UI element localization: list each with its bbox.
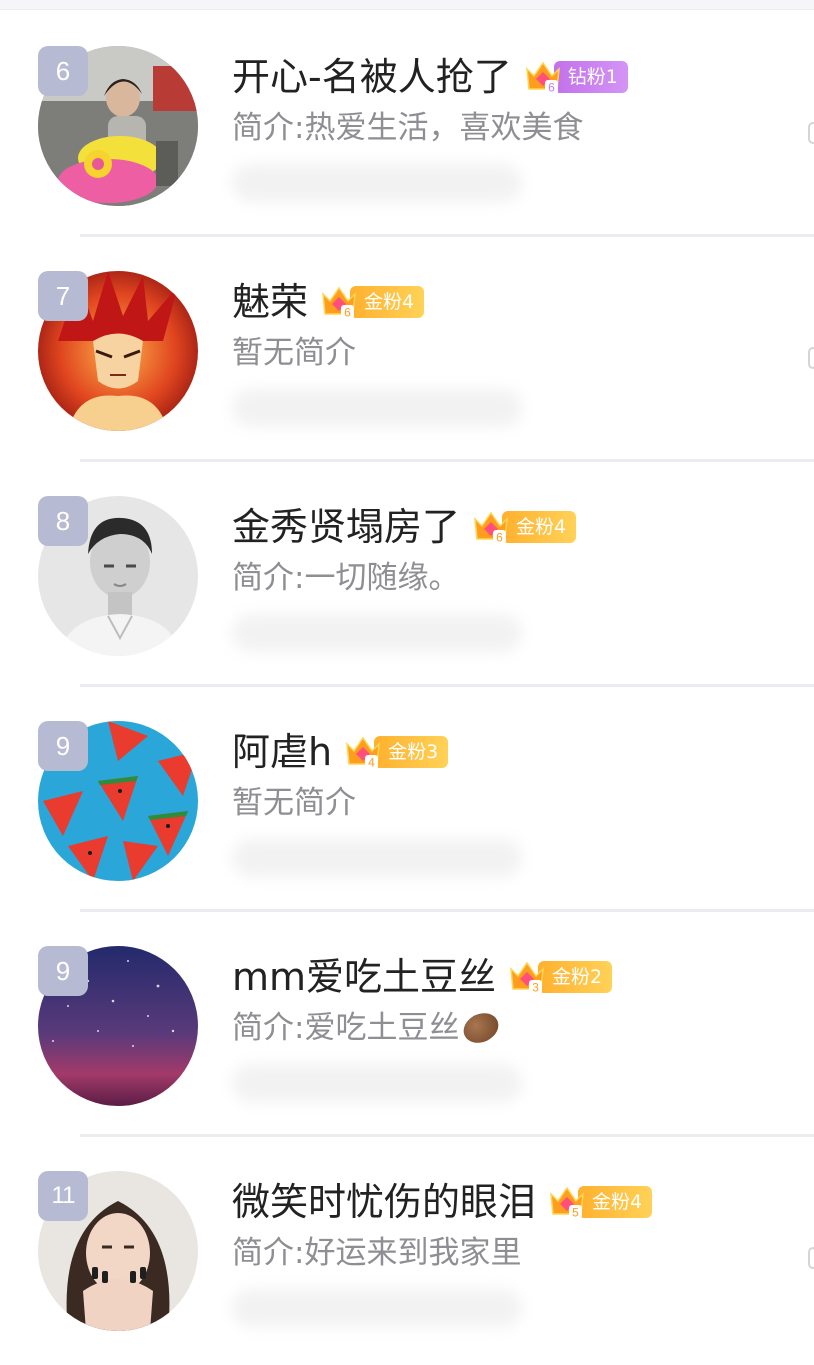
user-intro: 暂无简介 — [232, 785, 356, 821]
user-intro: 简介:热爱生活，喜欢美食 — [232, 110, 584, 146]
rank-badge: 9 — [38, 721, 88, 771]
list-item[interactable]: 8 金秀贤塌房了 6 金粉4 简介:一切随缘。 — [0, 452, 814, 687]
potato-emoji-icon — [459, 1007, 504, 1048]
fan-badge[interactable]: 3 金粉2 — [508, 959, 613, 995]
list-item[interactable]: 11 微笑时忧伤的眼泪 5 金粉4 简介:好运来到我家里 — [0, 1127, 814, 1351]
badge-label: 金粉4 — [350, 286, 425, 318]
blurred-content — [232, 839, 522, 877]
user-name[interactable]: 微笑时忧伤的眼泪 — [232, 1177, 536, 1227]
svg-text:6: 6 — [548, 81, 555, 95]
rank-badge: 9 — [38, 946, 88, 996]
list-item[interactable]: 7 魅荣 6 金粉4 暂无简介 — [0, 227, 814, 462]
edge-button[interactable] — [808, 347, 814, 369]
crown-icon: 6 — [322, 286, 356, 320]
crown-icon: 6 — [525, 61, 560, 95]
blurred-content — [232, 1064, 522, 1102]
user-name[interactable]: 魅荣 — [232, 277, 308, 327]
rank-badge: 7 — [38, 271, 88, 321]
user-name[interactable]: 开心-名被人抢了 — [232, 52, 512, 102]
badge-label: 金粉3 — [374, 736, 449, 768]
edge-button[interactable] — [808, 1247, 814, 1269]
rank-badge: 6 — [38, 46, 88, 96]
blurred-content — [232, 164, 522, 202]
svg-text:6: 6 — [344, 306, 351, 320]
edge-button[interactable] — [808, 122, 814, 144]
badge-label: 钻粉1 — [553, 61, 628, 93]
rank-badge: 8 — [38, 496, 88, 546]
badge-label: 金粉2 — [538, 961, 613, 993]
user-intro-line: 简介:爱吃土豆丝 — [232, 1007, 504, 1048]
fan-badge[interactable]: 4 金粉3 — [344, 734, 449, 770]
user-name[interactable]: 金秀贤塌房了 — [232, 502, 460, 552]
fan-badge[interactable]: 6 钻粉1 — [524, 59, 628, 95]
user-intro: 简介:一切随缘。 — [232, 560, 460, 596]
user-name[interactable]: 阿虐h — [232, 727, 332, 777]
user-intro: 暂无简介 — [232, 335, 356, 371]
user-name[interactable]: mm爱吃土豆丝 — [232, 952, 496, 1002]
rank-badge: 11 — [38, 1171, 88, 1221]
fan-badge[interactable]: 6 金粉4 — [320, 284, 425, 320]
svg-text:5: 5 — [572, 1206, 579, 1220]
list-item[interactable]: 6 开心-名被人抢了 6 钻粉1 简介:热爱生活，喜欢美食 — [0, 2, 814, 237]
user-intro: 简介:爱吃土豆丝 — [232, 1010, 460, 1046]
fan-badge[interactable]: 5 金粉4 — [548, 1184, 653, 1220]
badge-label: 金粉4 — [578, 1186, 653, 1218]
svg-text:3: 3 — [532, 981, 539, 995]
list-item[interactable]: 9 mm爱吃土豆丝 3 金粉2 简介:爱吃土豆丝 — [0, 902, 814, 1137]
badge-label: 金粉4 — [502, 511, 577, 543]
svg-text:4: 4 — [368, 756, 375, 770]
blurred-content — [232, 614, 522, 652]
blurred-content — [232, 389, 522, 427]
user-intro: 简介:好运来到我家里 — [232, 1235, 522, 1271]
list-item[interactable]: 9 阿虐h 4 金粉3 暂无简介 — [0, 677, 814, 912]
blurred-content — [232, 1289, 522, 1327]
fan-badge[interactable]: 6 金粉4 — [472, 509, 577, 545]
crown-icon: 3 — [510, 961, 545, 995]
crown-icon: 5 — [550, 1186, 584, 1220]
svg-text:6: 6 — [496, 531, 503, 545]
crown-icon: 6 — [474, 511, 508, 545]
crown-icon: 4 — [346, 736, 381, 770]
